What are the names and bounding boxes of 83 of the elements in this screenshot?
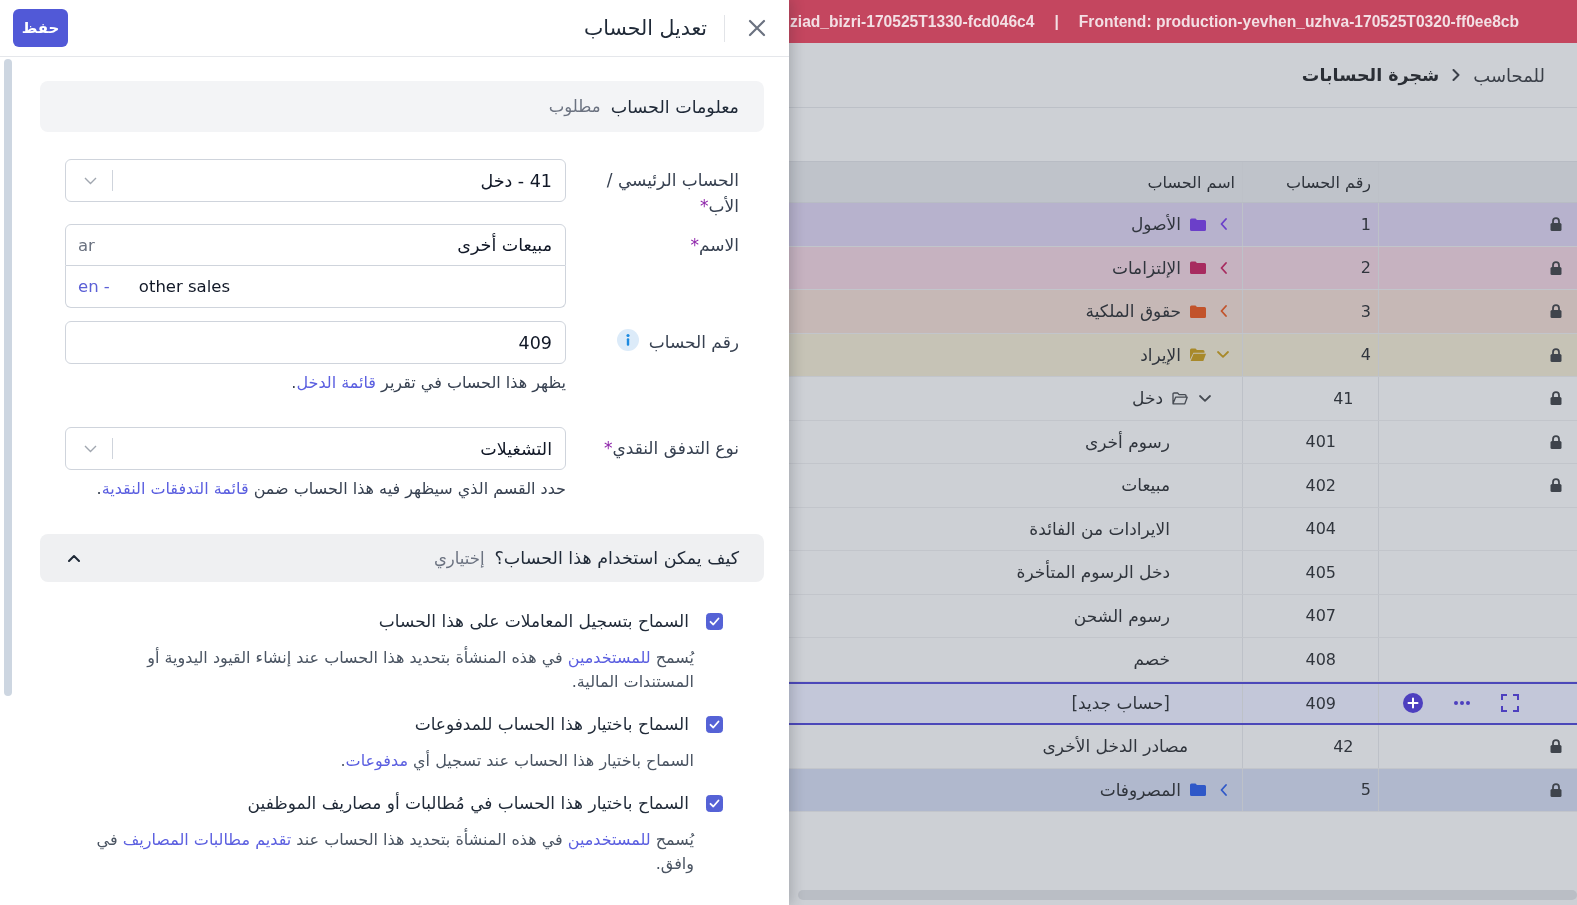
account-number: 404	[1305, 519, 1336, 539]
account-name: الإلتزامات	[1111, 257, 1181, 278]
select-field[interactable]: التشغيلات	[65, 427, 566, 470]
account-name: مصادر الدخل الأخرى	[1042, 736, 1188, 757]
option-label: السماح باختيار هذا الحساب في مُطالبات أو مصاريف الموظفين	[247, 791, 689, 815]
drawer-title: تعديل الحساب	[583, 16, 707, 40]
text-link[interactable]: مدفوعات	[345, 751, 408, 770]
account-name: مبيعات	[1121, 475, 1170, 496]
account-name: الايرادات من الفائدة	[1029, 518, 1170, 539]
column-header: اسم الحساب	[1147, 172, 1235, 192]
option-description: يُسمح للمستخدمين في هذه المنشأة بتحديد هذا الحساب عند تقديم مطالبات المصاريف في وافق.	[95, 828, 696, 876]
option-label: السماح باختيار هذا الحساب للمدفوعات	[414, 713, 689, 736]
language-tag: en -	[78, 277, 110, 296]
help-text: حدد القسم الذي سيظهر فيه هذا الحساب ضمن قائمة التدفقات النقدية.	[95, 478, 566, 500]
chevron-left-icon[interactable]	[1219, 305, 1227, 318]
chevron-down-icon	[84, 176, 97, 185]
account-number: 42	[1333, 736, 1354, 756]
expand-icon[interactable]	[1501, 694, 1519, 713]
close-icon[interactable]	[747, 18, 767, 38]
more-icon[interactable]	[1454, 701, 1470, 706]
account-name: المصروفات	[1099, 779, 1181, 800]
field-label: نوع التدفق النقدي*	[603, 437, 739, 461]
folder-open-icon	[1172, 391, 1188, 405]
account-name: خصم	[1133, 649, 1170, 670]
text-link[interactable]: للمستخدمين	[567, 830, 651, 849]
text-link[interactable]: قائمة الدخل	[296, 373, 376, 392]
text-link[interactable]: للمستخدمين	[567, 648, 651, 667]
account-number: 41	[1333, 388, 1354, 408]
section-title: معلومات الحساب	[610, 96, 739, 117]
select-field[interactable]: 41 - دخل	[65, 159, 566, 202]
checkbox[interactable]	[706, 612, 723, 630]
checkbox[interactable]	[706, 715, 723, 733]
banner-text: ziad_bizri-170525T1330-fcd046c4	[790, 12, 1035, 31]
account-number: 3	[1360, 301, 1371, 321]
section-tag: إختياري	[433, 548, 485, 568]
banner-text: Frontend: production-yevhen_uzhva-170525T0320-ff0ee8cb	[1078, 12, 1520, 31]
info-icon[interactable]	[616, 329, 639, 351]
account-number: 2	[1360, 258, 1371, 278]
collapsible-header[interactable]: كيف يمكن استخدام هذا الحساب؟ إختياري	[40, 534, 764, 582]
option-label: السماح بتسجيل المعاملات على هذا الحساب	[378, 610, 689, 633]
banner-separator: |	[1054, 12, 1059, 31]
account-number: 405	[1305, 562, 1336, 582]
text-input[interactable]: en - other sales	[65, 266, 566, 308]
chevron-right-icon	[1452, 69, 1461, 81]
page-title: شجرة الحسابات	[1301, 65, 1440, 85]
field-label: الحساب الرئيسي / الأب*	[605, 169, 739, 218]
chevron-left-icon[interactable]	[1219, 783, 1227, 796]
section-title: كيف يمكن استخدام هذا الحساب؟	[494, 548, 739, 568]
text-link[interactable]: قائمة التدفقات النقدية	[101, 479, 249, 498]
save-button[interactable]: حفظ	[13, 9, 68, 47]
account-number: 5	[1360, 780, 1371, 800]
account-name: حقوق الملكية	[1085, 301, 1181, 322]
chevron-left-icon[interactable]	[1219, 218, 1227, 231]
account-number: 407	[1305, 606, 1336, 626]
account-name: [حساب جديد]	[1071, 693, 1170, 714]
breadcrumb-link[interactable]: للمحاسب	[1473, 64, 1545, 86]
chevron-left-icon[interactable]	[1219, 261, 1227, 274]
add-icon[interactable]	[1403, 693, 1423, 714]
text-link[interactable]: تقديم مطالبات المصاريف	[122, 830, 292, 849]
option-description: السماح باختيار هذا الحساب عند تسجيل أي مدفوعات.	[339, 749, 695, 773]
text-input[interactable]: 409	[65, 321, 566, 364]
field-label: الاسم*	[690, 234, 739, 257]
language-tag: ar	[78, 235, 95, 255]
account-name: الأصول	[1131, 214, 1181, 235]
account-name: الإيراد	[1140, 344, 1181, 365]
account-number: 402	[1305, 475, 1336, 495]
account-number: 401	[1305, 432, 1336, 452]
chevron-down-icon	[84, 444, 97, 453]
account-name: دخل الرسوم المتأخرة	[1016, 562, 1170, 583]
option-description: يُسمح للمستخدمين في هذه المنشأة بتحديد هذا الحساب عند إنشاء القيود اليدوية أو المستندات المالية.	[145, 646, 696, 693]
account-number: 409	[1305, 693, 1336, 713]
account-number: 408	[1305, 649, 1336, 669]
section-tag: مطلوب	[548, 97, 601, 116]
checkbox[interactable]	[706, 794, 723, 812]
chevron-down-icon[interactable]	[1199, 394, 1211, 402]
account-number: 4	[1360, 345, 1371, 365]
account-name: دخل	[1132, 388, 1163, 409]
account-number: 1	[1360, 214, 1371, 234]
account-name: رسوم أخرى	[1084, 431, 1170, 452]
account-name: رسوم الشحن	[1073, 605, 1170, 626]
help-text: يظهر هذا الحساب في تقرير قائمة الدخل.	[290, 372, 566, 394]
field-label: رقم الحساب	[648, 331, 739, 354]
column-header: رقم الحساب	[1286, 172, 1371, 192]
